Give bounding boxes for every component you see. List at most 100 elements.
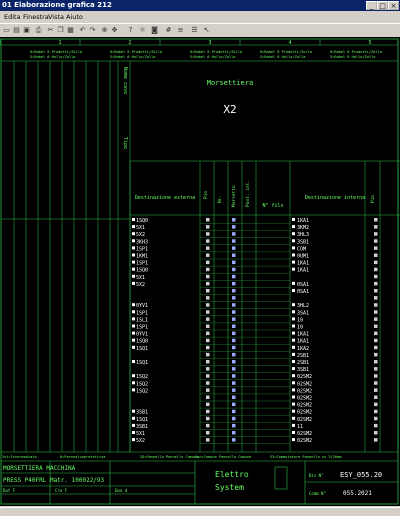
lock-icon bbox=[206, 274, 210, 279]
terminal-icon bbox=[232, 374, 236, 378]
arrow-icon[interactable]: ↖ bbox=[202, 26, 211, 35]
lock-icon bbox=[374, 253, 378, 257]
lock-icon bbox=[206, 310, 210, 314]
terminal-marker bbox=[292, 423, 295, 427]
logo-frame bbox=[274, 466, 288, 490]
bottom-note: Con=Comune Pannello Comune bbox=[195, 455, 251, 459]
terminal-marker bbox=[292, 431, 295, 434]
terminal-icon bbox=[232, 296, 236, 300]
toolbar: ▭ ▤ ▣ ⎙ ✂ ❐ ▦ ↶ ↷ ⊕ ✥ ? ☼ ◙ # ≡ ☰ ↖ bbox=[0, 23, 400, 38]
menu-edita[interactable]: Edita bbox=[4, 12, 21, 22]
row-dest-int: 02SM2 bbox=[297, 403, 312, 409]
lock-icon bbox=[374, 260, 378, 265]
schematic-sheet[interactable]: 1 2 3 4 5 0=Rabel 0 Prodotti/Zolla 0=Rabel 0 P… bbox=[0, 37, 400, 506]
menu-vista[interactable]: Vista bbox=[48, 12, 64, 22]
help-icon[interactable]: ? bbox=[126, 26, 135, 35]
top-note: S=Rabel 0 Hollo/Zolla bbox=[260, 55, 305, 59]
row-dest-ext: 1SL1 bbox=[136, 317, 148, 323]
row-dest-ext: 5X2 bbox=[136, 282, 145, 288]
camera-icon[interactable]: ◙ bbox=[150, 26, 159, 35]
lock-icon bbox=[374, 281, 378, 286]
terminal-icon bbox=[232, 367, 236, 371]
undo-icon[interactable]: ↶ bbox=[78, 26, 87, 35]
grid-icon[interactable]: # bbox=[164, 26, 173, 35]
header-pin: Pin bbox=[203, 191, 209, 199]
top-note: S=Rabel 0 Hollo/Zolla bbox=[30, 55, 75, 59]
zoom-icon[interactable]: ⊕ bbox=[100, 26, 109, 35]
lock-icon bbox=[206, 281, 210, 286]
terminal-icon bbox=[232, 438, 236, 442]
row-dest-ext: 1SP1 bbox=[136, 246, 148, 252]
bottom-note: IO=Pannello Pannello Comune bbox=[140, 455, 198, 459]
print-icon[interactable]: ⎙ bbox=[34, 26, 43, 35]
lock-icon bbox=[206, 388, 210, 392]
pan-icon[interactable]: ✥ bbox=[110, 26, 119, 35]
drawing-canvas[interactable]: 1 2 3 4 5 0=Rabel 0 Prodotti/Zolla 0=Rabel 0 P… bbox=[0, 37, 400, 506]
lock-icon bbox=[206, 431, 210, 435]
row-dest-ext: 1SQ0 bbox=[136, 218, 148, 224]
save-icon[interactable]: ▣ bbox=[22, 26, 31, 35]
top-note: S=Rabel 0 Hollo/Zolla bbox=[190, 55, 235, 59]
layers-icon[interactable]: ≡ bbox=[176, 26, 185, 35]
terminal-marker bbox=[132, 374, 135, 378]
terminal-marker bbox=[132, 381, 135, 385]
drawing-subject: MORSETTIERA MACCHINA bbox=[3, 465, 76, 472]
lock-icon bbox=[206, 218, 210, 222]
terminal-marker bbox=[132, 281, 135, 285]
top-note: 0=Rabel 0 Prodotti/Zolla bbox=[110, 50, 162, 54]
row-dest-ext: 5X2 bbox=[136, 232, 145, 238]
lock-icon bbox=[206, 331, 210, 336]
terminal-marker bbox=[292, 303, 295, 307]
row-dest-ext: 3KH3 bbox=[136, 239, 148, 245]
lock-icon bbox=[374, 239, 378, 243]
comm-label: Comm N° bbox=[309, 491, 326, 496]
open-icon[interactable]: ▤ bbox=[12, 26, 21, 35]
terminal-marker bbox=[292, 338, 295, 342]
minimize-button[interactable]: _ bbox=[366, 1, 377, 10]
lock-icon bbox=[374, 310, 378, 314]
header-nr: Nr. bbox=[217, 195, 223, 203]
lock-icon bbox=[206, 381, 210, 385]
header-dest-ext: Destinazione esterna bbox=[135, 195, 195, 201]
terminal-icon bbox=[232, 317, 236, 321]
lock-icon bbox=[374, 246, 378, 250]
column-number: 3 bbox=[208, 40, 211, 46]
redo-icon[interactable]: ↷ bbox=[88, 26, 97, 35]
maximize-button[interactable]: □ bbox=[377, 1, 388, 10]
row-dest-int: 3HL3 bbox=[297, 232, 309, 238]
lock-icon bbox=[206, 303, 210, 307]
terminal-marker bbox=[292, 218, 295, 221]
terminal-marker bbox=[292, 232, 295, 236]
terminal-icon bbox=[232, 431, 236, 435]
row-dest-ext: 1SQ0 bbox=[136, 339, 148, 345]
sheet-border bbox=[0, 38, 399, 505]
copy-icon[interactable]: ❐ bbox=[56, 26, 65, 35]
header-ponticello: Pont. int. bbox=[245, 180, 251, 207]
lock-icon bbox=[374, 232, 378, 236]
row-dest-ext: 0YV1 bbox=[136, 332, 148, 338]
lock-icon bbox=[206, 225, 210, 229]
properties-icon[interactable]: ☰ bbox=[190, 26, 199, 35]
terminal-marker bbox=[132, 246, 135, 250]
lock-icon bbox=[206, 246, 210, 250]
lock-icon bbox=[206, 438, 210, 442]
new-icon[interactable]: ▭ bbox=[2, 26, 11, 35]
row-dest-ext: 1SQ1 bbox=[136, 346, 148, 352]
paste-icon[interactable]: ▦ bbox=[66, 26, 75, 35]
terminal-marker bbox=[132, 431, 135, 434]
lightbulb-icon[interactable]: ☼ bbox=[138, 26, 147, 35]
terminal-icon bbox=[232, 338, 236, 343]
header-pin: Pin bbox=[370, 195, 376, 203]
title-bar: 01 Elaborazione grafica 212 _ □ × bbox=[0, 0, 400, 11]
row-dest-int: COM bbox=[297, 246, 306, 252]
cut-icon[interactable]: ✂ bbox=[46, 26, 55, 35]
terminal-marker bbox=[292, 260, 295, 264]
top-note: S=Rabel 0 Hollo/Zolla bbox=[330, 55, 375, 59]
top-note: 0=Rabel 0 Prodotti/Zolla bbox=[330, 50, 382, 54]
menu-aiuto[interactable]: Aiuto bbox=[66, 12, 83, 22]
terminal-marker bbox=[292, 352, 295, 356]
menu-finestra[interactable]: Finestra bbox=[23, 12, 49, 22]
close-button[interactable]: × bbox=[388, 1, 399, 10]
terminal-marker bbox=[292, 374, 295, 378]
terminal-marker bbox=[292, 289, 295, 292]
